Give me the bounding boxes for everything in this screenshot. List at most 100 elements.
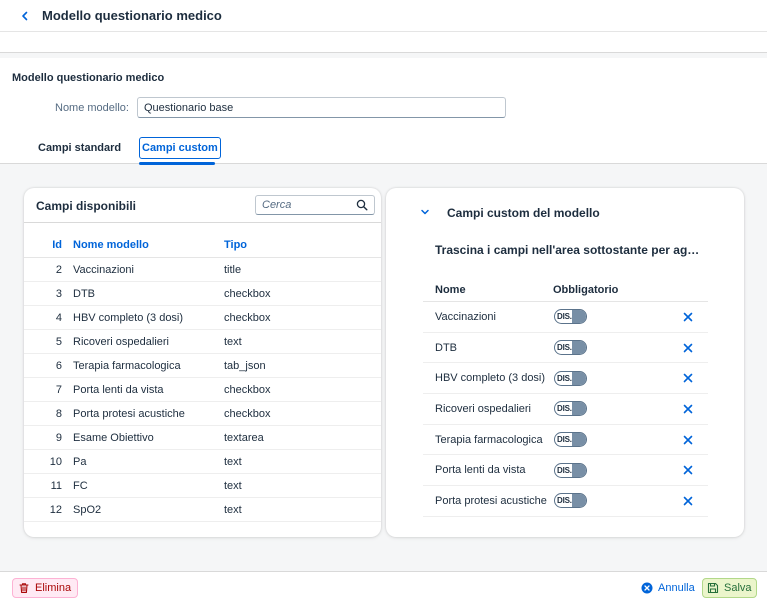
chevron-down-icon[interactable] bbox=[419, 206, 431, 218]
table-row[interactable]: 8 Porta protesi acustiche checkbox bbox=[24, 402, 381, 426]
divider bbox=[24, 222, 381, 223]
search-field[interactable] bbox=[255, 195, 375, 215]
drop-zone-hint: Trascina i campi nell'area sottostante p… bbox=[435, 243, 705, 257]
column-header-name[interactable]: Nome modello bbox=[73, 239, 224, 251]
tab-campi-custom[interactable]: Campi custom bbox=[139, 137, 221, 159]
field-name: Ricoveri ospedalieri bbox=[435, 402, 531, 415]
custom-fields-title: Campi custom del modello bbox=[447, 206, 600, 220]
required-toggle[interactable]: DIS. bbox=[554, 493, 587, 509]
toggle-knob bbox=[572, 494, 586, 508]
table-row[interactable]: 4 HBV completo (3 dosi) checkbox bbox=[24, 306, 381, 330]
table-row[interactable]: 5 Ricoveri ospedalieri text bbox=[24, 330, 381, 354]
save-button-label: Salva bbox=[724, 582, 752, 594]
required-toggle[interactable]: DIS. bbox=[554, 340, 587, 356]
required-toggle[interactable]: DIS. bbox=[554, 309, 587, 325]
search-input[interactable] bbox=[262, 199, 354, 211]
row-name: SpO2 bbox=[73, 503, 102, 516]
table-row[interactable]: Porta protesi acustiche DIS. bbox=[423, 486, 708, 517]
row-name: Pa bbox=[73, 455, 87, 468]
toggle-knob bbox=[572, 310, 586, 324]
table-row[interactable]: Vaccinazioni DIS. bbox=[423, 302, 708, 333]
table-header: Nome Obbligatorio bbox=[423, 278, 708, 302]
toggle-label: DIS. bbox=[557, 373, 572, 383]
field-name: HBV completo (3 dosi) bbox=[435, 372, 546, 385]
column-header-required: Obbligatorio bbox=[553, 283, 619, 296]
page-title: Modello questionario medico bbox=[42, 8, 222, 23]
table-row[interactable]: 2 Vaccinazioni title bbox=[24, 258, 381, 282]
row-name: Esame Obiettivo bbox=[73, 431, 154, 444]
toggle-knob bbox=[572, 341, 586, 355]
cancel-button[interactable]: Annulla bbox=[636, 578, 699, 598]
remove-icon[interactable] bbox=[681, 494, 695, 508]
tab-campi-standard[interactable]: Campi standard bbox=[38, 137, 121, 159]
custom-fields-table[interactable]: Nome Obbligatorio Vaccinazioni DIS. DTB … bbox=[423, 278, 708, 517]
remove-icon[interactable] bbox=[681, 402, 695, 416]
table-row[interactable]: 10 Pa text bbox=[24, 450, 381, 474]
trash-icon bbox=[17, 581, 31, 595]
selected-tab-indicator bbox=[139, 162, 215, 165]
toggle-knob bbox=[572, 402, 586, 416]
column-header-name: Nome bbox=[435, 283, 466, 296]
field-name: Terapia farmacologica bbox=[435, 433, 543, 446]
remove-icon[interactable] bbox=[681, 371, 695, 385]
row-name: Porta lenti da vista bbox=[73, 383, 164, 396]
toggle-knob bbox=[572, 371, 586, 385]
table-row[interactable]: Ricoveri ospedalieri DIS. bbox=[423, 394, 708, 425]
row-id: 4 bbox=[55, 311, 62, 324]
row-type: title bbox=[224, 263, 242, 276]
delete-button[interactable]: Elimina bbox=[12, 578, 79, 598]
template-form-section: Modello questionario medico Nome modello… bbox=[0, 58, 767, 165]
template-name-label: Nome modello: bbox=[55, 102, 129, 114]
table-row[interactable]: Terapia farmacologica DIS. bbox=[423, 425, 708, 456]
table-row[interactable]: 7 Porta lenti da vista checkbox bbox=[24, 378, 381, 402]
table-row[interactable]: 9 Esame Obiettivo textarea bbox=[24, 426, 381, 450]
table-row[interactable]: HBV completo (3 dosi) DIS. bbox=[423, 363, 708, 395]
save-button[interactable]: Salva bbox=[702, 578, 757, 598]
row-id: 12 bbox=[49, 503, 62, 516]
row-type: text bbox=[224, 479, 242, 492]
toggle-label: DIS. bbox=[557, 435, 572, 445]
toggle-knob bbox=[572, 433, 586, 447]
section-title: Modello questionario medico bbox=[12, 72, 165, 84]
back-arrow-icon[interactable] bbox=[18, 9, 32, 23]
row-id: 5 bbox=[55, 335, 62, 348]
row-id: 7 bbox=[55, 383, 62, 396]
table-row[interactable]: 3 DTB checkbox bbox=[24, 282, 381, 306]
toggle-label: DIS. bbox=[557, 404, 572, 414]
table-row[interactable]: 6 Terapia farmacologica tab_json bbox=[24, 354, 381, 378]
search-icon[interactable] bbox=[354, 197, 370, 213]
table-row[interactable]: Porta lenti da vista DIS. bbox=[423, 455, 708, 487]
column-header-type[interactable]: Tipo bbox=[224, 239, 381, 251]
row-id: 9 bbox=[55, 431, 62, 444]
column-header-id[interactable]: Id bbox=[24, 239, 73, 251]
row-name: HBV completo (3 dosi) bbox=[73, 311, 184, 324]
footer-toolbar: Elimina Annulla Salva bbox=[0, 571, 767, 603]
row-type: text bbox=[224, 455, 242, 468]
required-toggle[interactable]: DIS. bbox=[554, 401, 587, 417]
table-row[interactable]: DTB DIS. bbox=[423, 333, 708, 364]
header-toolbar-strip bbox=[0, 32, 767, 53]
row-type: text bbox=[224, 335, 242, 348]
row-type: checkbox bbox=[224, 407, 271, 420]
required-toggle[interactable]: DIS. bbox=[554, 370, 587, 386]
remove-icon[interactable] bbox=[681, 310, 695, 324]
remove-icon[interactable] bbox=[681, 463, 695, 477]
remove-icon[interactable] bbox=[681, 433, 695, 447]
required-toggle[interactable]: DIS. bbox=[554, 462, 587, 478]
table-row[interactable]: 11 FC text bbox=[24, 474, 381, 498]
row-id: 6 bbox=[55, 359, 62, 372]
row-name: Porta protesi acustiche bbox=[73, 407, 185, 420]
row-name: Terapia farmacologica bbox=[73, 359, 181, 372]
toggle-label: DIS. bbox=[557, 343, 572, 353]
template-name-input[interactable] bbox=[137, 97, 506, 118]
toggle-label: DIS. bbox=[557, 496, 572, 506]
table-row[interactable]: 12 SpO2 text bbox=[24, 498, 381, 522]
row-name: Ricoveri ospedalieri bbox=[73, 335, 169, 348]
page-header: Modello questionario medico bbox=[0, 0, 767, 32]
field-name: Porta lenti da vista bbox=[435, 464, 526, 477]
row-type: text bbox=[224, 503, 242, 516]
available-fields-table: Id Nome modello Tipo 2 Vaccinazioni title … bbox=[24, 232, 381, 522]
remove-icon[interactable] bbox=[681, 341, 695, 355]
row-type: checkbox bbox=[224, 287, 271, 300]
required-toggle[interactable]: DIS. bbox=[554, 432, 587, 448]
